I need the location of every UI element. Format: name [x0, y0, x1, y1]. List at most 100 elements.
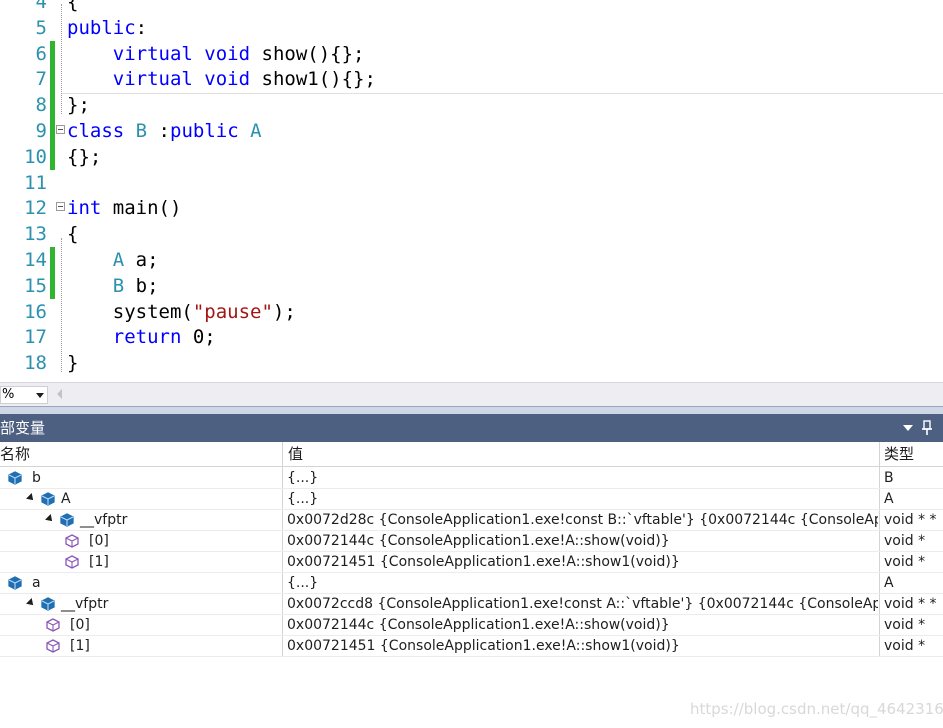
locals-row[interactable]: [1] 0x00721451 {ConsoleApplication1.exe!A…	[0, 636, 943, 657]
code-token: show1(){};	[250, 68, 376, 91]
collapse-triangle-icon[interactable]	[26, 493, 36, 503]
change-marker	[50, 118, 55, 144]
value-cell[interactable]: {...}	[287, 489, 878, 509]
value-cell[interactable]: 0x00721451 {ConsoleApplication1.exe!A::s…	[287, 636, 878, 656]
name-cell: [0]	[0, 615, 282, 635]
code-token: class	[67, 120, 125, 142]
variable-name: __vfptr	[61, 596, 109, 612]
collapse-icon[interactable]	[56, 125, 65, 134]
value-cell[interactable]: 0x0072d28c {ConsoleApplication1.exe!cons…	[287, 510, 878, 530]
line-number: 6	[35, 42, 47, 65]
column-header-name[interactable]: 名称	[0, 442, 30, 466]
change-marker	[50, 66, 55, 93]
code-line[interactable]: 5 public:	[0, 15, 943, 41]
line-number: 11	[24, 171, 47, 194]
type-cell: void * *	[884, 596, 937, 612]
change-marker	[50, 247, 55, 273]
change-marker	[50, 40, 55, 67]
code-text: system("pause");	[67, 299, 296, 325]
scroll-left-arrow-icon[interactable]	[57, 389, 62, 399]
code-line[interactable]: 11	[0, 170, 943, 196]
locals-row[interactable]: b {...} B	[0, 468, 943, 489]
code-token: {	[67, 0, 79, 13]
code-editor[interactable]: 4{5 public: 6 virtual void show(){}; 7 virt…	[0, 0, 943, 382]
window-options-dropdown-icon[interactable]	[903, 425, 913, 431]
type-cell: void *	[884, 554, 926, 570]
zoom-value: %	[2, 387, 15, 402]
code-token: public	[67, 16, 136, 39]
object-icon	[41, 492, 55, 506]
code-text: virtual void show1(){};	[67, 66, 376, 92]
code-text: }	[67, 350, 78, 376]
member-icon	[65, 534, 79, 548]
code-line[interactable]: 12 int main()	[0, 195, 943, 221]
object-icon	[8, 471, 22, 485]
code-line[interactable]: 8};	[0, 92, 943, 119]
locals-row[interactable]: a {...} A	[0, 573, 943, 594]
collapse-triangle-icon[interactable]	[45, 514, 55, 524]
code-text: };	[67, 92, 90, 118]
code-line[interactable]: 14 A a;	[0, 247, 943, 273]
code-token: void	[204, 42, 251, 65]
change-marker	[50, 92, 55, 119]
column-header-type[interactable]: 类型	[884, 442, 914, 466]
type-cell: void *	[884, 638, 926, 654]
value-cell[interactable]: 0x00721451 {ConsoleApplication1.exe!A::s…	[287, 552, 878, 572]
name-cell: b	[0, 468, 282, 488]
line-number: 12	[24, 197, 47, 220]
line-number: 5	[35, 16, 47, 39]
code-token: }	[67, 352, 79, 375]
code-text: class B :public A	[67, 118, 262, 144]
locals-row[interactable]: [0] 0x0072144c {ConsoleApplication1.exe!A…	[0, 615, 943, 636]
change-marker	[50, 272, 55, 299]
variable-name: a	[32, 575, 41, 591]
chevron-down-icon	[36, 393, 44, 398]
locals-row[interactable]: __vfptr 0x0072d28c {ConsoleApplication1.e…	[0, 510, 943, 531]
locals-row[interactable]: A {...} A	[0, 489, 943, 510]
code-text: {	[67, 221, 78, 247]
code-token: b;	[124, 274, 159, 297]
locals-row[interactable]: __vfptr 0x0072ccd8 {ConsoleApplication1.e…	[0, 594, 943, 615]
zoom-dropdown[interactable]: %	[0, 386, 48, 404]
code-text: public:	[67, 15, 147, 41]
line-number: 10	[24, 145, 47, 168]
code-line[interactable]: 13 {	[0, 221, 943, 247]
code-token: a;	[124, 249, 159, 271]
code-line[interactable]: 4{	[0, 0, 943, 15]
code-line[interactable]: 10 {};	[0, 143, 943, 170]
name-cell: A	[0, 489, 282, 509]
code-line[interactable]: 15 B b;	[0, 272, 943, 299]
value-cell[interactable]: 0x0072144c {ConsoleApplication1.exe!A::s…	[287, 615, 878, 635]
code-text: virtual void show(){};	[67, 41, 365, 67]
pin-icon[interactable]	[921, 420, 933, 436]
code-line[interactable]: 16 system("pause");	[0, 299, 943, 325]
code-token: return	[112, 326, 182, 349]
code-line[interactable]: 6 virtual void show(){};	[0, 40, 943, 67]
column-header-value[interactable]: 值	[288, 442, 303, 466]
line-number: 4	[35, 0, 47, 13]
code-token: public	[170, 120, 239, 142]
code-token: virtual	[112, 68, 193, 91]
code-line[interactable]: 7 virtual void show1(){};	[0, 66, 943, 93]
pane-splitter[interactable]	[0, 406, 943, 414]
name-cell: [1]	[0, 552, 282, 572]
type-cell: void *	[884, 617, 926, 633]
value-cell[interactable]: {...}	[287, 468, 878, 488]
code-line[interactable]: 9 class B :public A	[0, 118, 943, 144]
value-cell[interactable]: 0x0072144c {ConsoleApplication1.exe!A::s…	[287, 531, 878, 551]
collapse-icon[interactable]	[56, 202, 65, 212]
code-token: B	[135, 120, 148, 142]
value-cell[interactable]: {...}	[287, 573, 878, 593]
code-token: :	[147, 120, 170, 142]
locals-row[interactable]: [1] 0x00721451 {ConsoleApplication1.exe!A…	[0, 552, 943, 573]
code-line[interactable]: 17 return 0;	[0, 324, 943, 350]
value-cell[interactable]: 0x0072ccd8 {ConsoleApplication1.exe!cons…	[287, 594, 878, 614]
locals-row[interactable]: [0] 0x0072144c {ConsoleApplication1.exe!A…	[0, 531, 943, 552]
code-line[interactable]: 18}	[0, 350, 943, 376]
collapse-triangle-icon[interactable]	[26, 598, 36, 608]
object-icon	[8, 576, 22, 590]
line-number: 8	[35, 94, 47, 117]
